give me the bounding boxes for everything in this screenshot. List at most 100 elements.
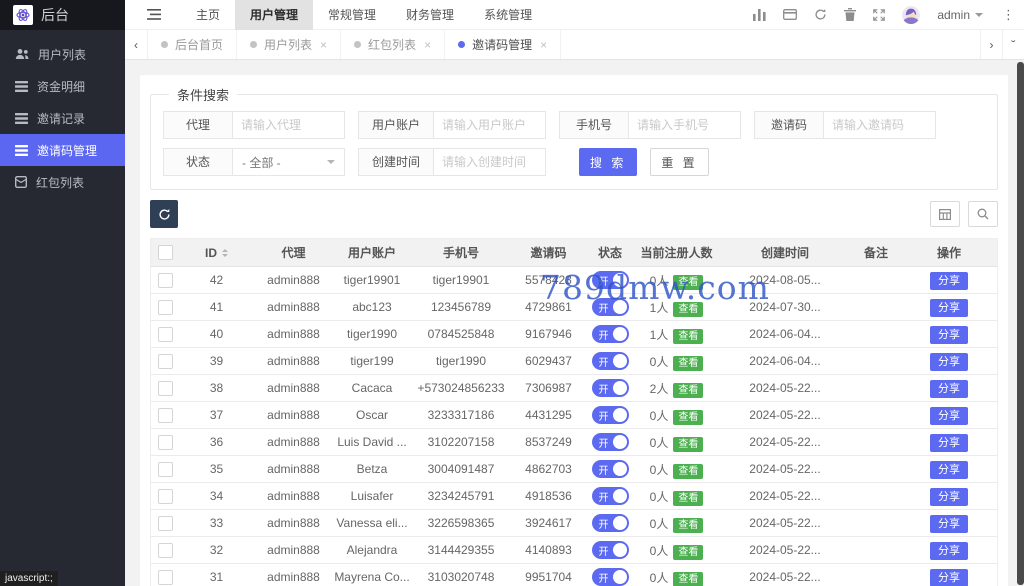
- account-input[interactable]: [434, 111, 546, 139]
- refresh-icon[interactable]: [814, 8, 827, 21]
- view-button[interactable]: 查看: [673, 274, 704, 290]
- view-button[interactable]: 查看: [673, 301, 704, 317]
- view-button[interactable]: 查看: [673, 436, 704, 452]
- sidebar-item-invite-records[interactable]: 邀请记录: [0, 102, 125, 134]
- tab-close-icon[interactable]: ×: [320, 38, 327, 52]
- tabs-scroll-left-icon[interactable]: ‹: [125, 30, 148, 59]
- share-button[interactable]: 分享: [930, 488, 968, 506]
- table-row: 31 admin888 Mayrena Co... 3103020748 995…: [151, 563, 997, 586]
- share-button[interactable]: 分享: [930, 515, 968, 533]
- status-toggle[interactable]: 开: [591, 541, 629, 559]
- row-checkbox[interactable]: [157, 488, 173, 504]
- reset-button[interactable]: 重 置: [650, 148, 709, 176]
- share-button[interactable]: 分享: [930, 542, 968, 560]
- cell-phone: 0784525848: [411, 320, 511, 348]
- status-toggle[interactable]: 开: [591, 379, 629, 397]
- status-toggle[interactable]: 开: [591, 514, 629, 532]
- status-toggle[interactable]: 开: [591, 352, 629, 370]
- share-button[interactable]: 分享: [930, 380, 968, 398]
- menu-collapse-icon[interactable]: [125, 9, 181, 20]
- status-toggle[interactable]: 开: [591, 406, 629, 424]
- view-button[interactable]: 查看: [673, 409, 704, 425]
- refresh-table-button[interactable]: [150, 200, 178, 228]
- tabs-scroll-right-icon[interactable]: ›: [980, 30, 1002, 59]
- card-icon[interactable]: [783, 9, 798, 20]
- table-row: 35 admin888 Betza 3004091487 4862703 开 0…: [151, 455, 997, 483]
- phone-input[interactable]: [629, 111, 741, 139]
- row-checkbox[interactable]: [157, 326, 173, 342]
- avatar[interactable]: [902, 5, 921, 24]
- sidebar-item-user-list[interactable]: 用户列表: [0, 38, 125, 70]
- tab-close-icon[interactable]: ×: [424, 38, 431, 52]
- chart-icon[interactable]: [753, 8, 766, 21]
- share-button[interactable]: 分享: [930, 353, 968, 371]
- user-menu[interactable]: admin: [937, 8, 983, 22]
- row-checkbox[interactable]: [157, 461, 173, 477]
- view-button[interactable]: 查看: [673, 571, 704, 586]
- tab-close-icon[interactable]: ×: [540, 38, 547, 52]
- status-toggle[interactable]: 开: [591, 460, 629, 478]
- row-checkbox[interactable]: [157, 542, 173, 558]
- sidebar-item-redpacket-list[interactable]: 红包列表: [0, 166, 125, 198]
- topnav-item-home[interactable]: 主页: [181, 0, 235, 30]
- view-button[interactable]: 查看: [673, 382, 704, 398]
- select-all-checkbox[interactable]: [157, 245, 173, 261]
- expand-icon[interactable]: [873, 8, 886, 21]
- toggle-knob: [612, 381, 627, 395]
- tab-home[interactable]: 后台首页: [148, 30, 238, 59]
- tabs-menu-icon[interactable]: ˘: [1002, 30, 1024, 59]
- sidebar-item-fund-details[interactable]: 资金明细: [0, 70, 125, 102]
- view-button[interactable]: 查看: [673, 544, 704, 560]
- agent-input[interactable]: [233, 111, 345, 139]
- row-checkbox[interactable]: [157, 515, 173, 531]
- cell-created-time: 2024-05-22...: [719, 509, 851, 537]
- tab-invite-code-mgmt[interactable]: 邀请码管理 ×: [445, 30, 562, 59]
- agent-field-group: 代理: [163, 111, 345, 139]
- topnav-item-finance-mgmt[interactable]: 财务管理: [391, 0, 469, 30]
- row-checkbox[interactable]: [157, 272, 173, 288]
- share-button[interactable]: 分享: [930, 299, 968, 317]
- share-button[interactable]: 分享: [930, 569, 968, 586]
- invite-code-input[interactable]: [824, 111, 936, 139]
- tab-redpacket-list[interactable]: 红包列表 ×: [341, 30, 446, 59]
- topnav-item-user-mgmt[interactable]: 用户管理: [235, 0, 314, 30]
- table-row: 39 admin888 tiger199 tiger1990 6029437 开…: [151, 347, 997, 375]
- share-button[interactable]: 分享: [930, 272, 968, 290]
- share-button[interactable]: 分享: [930, 326, 968, 344]
- row-checkbox[interactable]: [157, 380, 173, 396]
- status-toggle[interactable]: 开: [591, 298, 629, 316]
- topnav-item-general-mgmt[interactable]: 常规管理: [313, 0, 391, 30]
- sort-icon[interactable]: [222, 249, 228, 258]
- search-button[interactable]: 搜 索: [579, 148, 638, 176]
- status-toggle[interactable]: 开: [591, 568, 629, 586]
- share-button[interactable]: 分享: [930, 461, 968, 479]
- columns-filter-button[interactable]: [930, 201, 960, 227]
- row-checkbox[interactable]: [157, 407, 173, 423]
- share-button[interactable]: 分享: [930, 434, 968, 452]
- share-button[interactable]: 分享: [930, 407, 968, 425]
- view-button[interactable]: 查看: [673, 355, 704, 371]
- status-select[interactable]: - 全部 -: [233, 148, 345, 176]
- row-checkbox[interactable]: [157, 569, 173, 585]
- status-toggle[interactable]: 开: [591, 325, 629, 343]
- header-id[interactable]: ID: [179, 239, 254, 267]
- tab-user-list[interactable]: 用户列表 ×: [237, 30, 342, 59]
- topnav-item-system-mgmt[interactable]: 系统管理: [469, 0, 547, 30]
- sidebar-item-invite-code-mgmt[interactable]: 邀请码管理: [0, 134, 125, 166]
- row-checkbox[interactable]: [157, 434, 173, 450]
- vertical-scrollbar[interactable]: [1017, 62, 1024, 585]
- view-button[interactable]: 查看: [673, 517, 704, 533]
- more-icon[interactable]: ⋮: [1000, 7, 1015, 23]
- row-checkbox[interactable]: [157, 353, 173, 369]
- view-button[interactable]: 查看: [673, 490, 704, 506]
- status-toggle[interactable]: 开: [591, 487, 629, 505]
- view-button[interactable]: 查看: [673, 463, 704, 479]
- tab-label: 后台首页: [175, 38, 224, 52]
- view-button[interactable]: 查看: [673, 328, 704, 344]
- search-zoom-button[interactable]: [968, 201, 998, 227]
- row-checkbox[interactable]: [157, 299, 173, 315]
- created-time-input[interactable]: [434, 148, 546, 176]
- status-toggle[interactable]: 开: [591, 433, 629, 451]
- status-toggle[interactable]: 开: [591, 271, 629, 289]
- trash-icon[interactable]: [844, 8, 857, 21]
